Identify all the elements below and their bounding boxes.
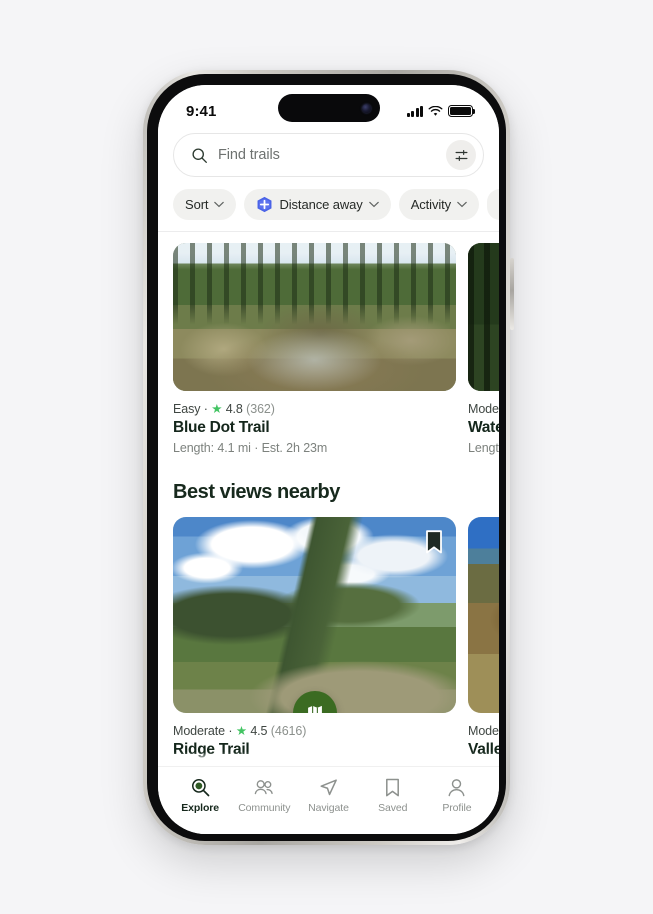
filter-button[interactable]	[446, 140, 476, 170]
trail-photo-waterfall[interactable]	[468, 243, 499, 391]
trail-stats: Length: 4.1 mi · Est. 2h 23m	[173, 441, 328, 455]
chip-activity[interactable]: Activity	[398, 189, 480, 220]
trail-card-rail-1[interactable]: Easy · ★ 4.8 (362) Blue Dot Trail Length…	[158, 232, 499, 455]
people-icon	[254, 780, 274, 795]
screenshot-stage: 9:41 Find trails Sort Distance away Acti…	[0, 0, 653, 914]
review-count: (362)	[246, 402, 275, 416]
star-icon: ★	[235, 724, 247, 738]
trail-photo-ridge[interactable]	[173, 517, 456, 713]
blue-hexagon-icon	[257, 196, 272, 213]
trail-difficulty-rating: Moderate · ★ 4.5 (4616)	[173, 723, 456, 738]
tab-label: Saved	[378, 802, 408, 814]
star-icon: ★	[211, 402, 223, 416]
phone-bezel: 9:41 Find trails Sort Distance away Acti…	[147, 74, 506, 841]
bookmark-icon[interactable]	[424, 529, 444, 555]
tab-community[interactable]: Community	[232, 777, 296, 814]
status-bar: 9:41	[158, 85, 499, 131]
trail-photo-stream[interactable]	[173, 243, 456, 391]
separator-dot: ·	[228, 724, 233, 738]
search-icon	[192, 147, 207, 163]
trail-stats: Length: 6.2 mi · Est. 3h 10m	[468, 441, 499, 455]
trail-card-rail-2[interactable]: Moderate · ★ 4.5 (4616) Ridge Trail Mode…	[158, 506, 499, 759]
chip-distance-away[interactable]: Distance away	[244, 189, 391, 220]
chip-more[interactable]	[487, 189, 499, 220]
battery-icon	[448, 105, 476, 117]
rating-value: 4.8	[225, 402, 243, 416]
tab-label: Community	[238, 802, 291, 814]
map-icon	[307, 705, 322, 713]
chevron-down-icon	[214, 201, 225, 208]
trail-difficulty-rating: Moderate · ★ 4.6 (982)	[468, 723, 499, 738]
trail-difficulty-rating: Moderate · ★ 4.9 (1204)	[468, 401, 499, 416]
difficulty-label: Moderate	[468, 402, 499, 416]
chevron-down-icon	[368, 201, 379, 208]
trail-name: Waterfall Trail	[468, 419, 499, 436]
power-button[interactable]	[510, 258, 514, 330]
chip-sort[interactable]: Sort	[173, 189, 237, 220]
rating-value: 4.5	[250, 724, 268, 738]
trail-card-ridge[interactable]: Moderate · ★ 4.5 (4616) Ridge Trail	[173, 517, 456, 759]
difficulty-label: Easy	[173, 402, 201, 416]
review-count: (4616)	[270, 724, 307, 738]
search-input[interactable]	[218, 147, 436, 163]
front-camera-lens	[361, 103, 371, 113]
difficulty-label: Moderate	[173, 724, 226, 738]
cellular-signal-icon	[406, 105, 423, 117]
bottom-fade	[158, 752, 499, 766]
sliders-icon	[455, 149, 467, 161]
phone-screen: 9:41 Find trails Sort Distance away Acti…	[158, 85, 499, 834]
dynamic-island	[277, 94, 380, 122]
trail-card-blue-dot[interactable]: Easy · ★ 4.8 (362) Blue Dot Trail Length…	[173, 243, 456, 455]
section-title-best-views: Best views nearby	[173, 481, 340, 503]
person-icon	[448, 779, 465, 797]
scroll-content[interactable]: Easy · ★ 4.8 (362) Blue Dot Trail Length…	[158, 232, 499, 759]
trail-name: Blue Dot Trail	[173, 419, 270, 436]
tab-explore[interactable]: Explore	[168, 777, 232, 814]
trail-photo-valley[interactable]	[468, 517, 499, 713]
status-clock: 9:41	[186, 102, 217, 120]
bookmark-icon	[386, 778, 400, 797]
status-icons	[406, 99, 476, 117]
search-section	[158, 131, 499, 177]
tab-navigate[interactable]: Navigate	[296, 777, 360, 814]
chip-label: Activity	[410, 197, 452, 212]
trail-card-waterfall[interactable]: Moderate · ★ 4.9 (1204) Waterfall Trail …	[468, 243, 499, 455]
bottom-tab-bar[interactable]: Explore Community Navigate Saved Profile	[158, 766, 499, 834]
paper-plane-icon	[320, 779, 337, 796]
tab-saved[interactable]: Saved	[361, 777, 425, 814]
filter-chip-row[interactable]: Sort Distance away Activity	[158, 177, 499, 231]
trail-card-valley[interactable]: Moderate · ★ 4.6 (982) Valley Trail	[468, 517, 499, 759]
tab-label: Explore	[181, 802, 220, 814]
tab-label: Profile	[442, 802, 472, 814]
phone-device-frame: 9:41 Find trails Sort Distance away Acti…	[143, 70, 510, 845]
chevron-down-icon	[457, 201, 467, 208]
difficulty-label: Moderate	[468, 724, 499, 738]
tab-profile[interactable]: Profile	[425, 777, 489, 814]
trail-difficulty-rating: Easy · ★ 4.8 (362)	[173, 401, 456, 416]
chip-label: Sort	[185, 197, 209, 212]
chip-label: Distance away	[279, 197, 363, 212]
separator-dot: ·	[203, 402, 208, 416]
wifi-icon	[428, 105, 443, 116]
search-bar[interactable]	[173, 133, 484, 177]
tab-label: Navigate	[308, 802, 349, 814]
magnifier-icon	[191, 779, 209, 797]
